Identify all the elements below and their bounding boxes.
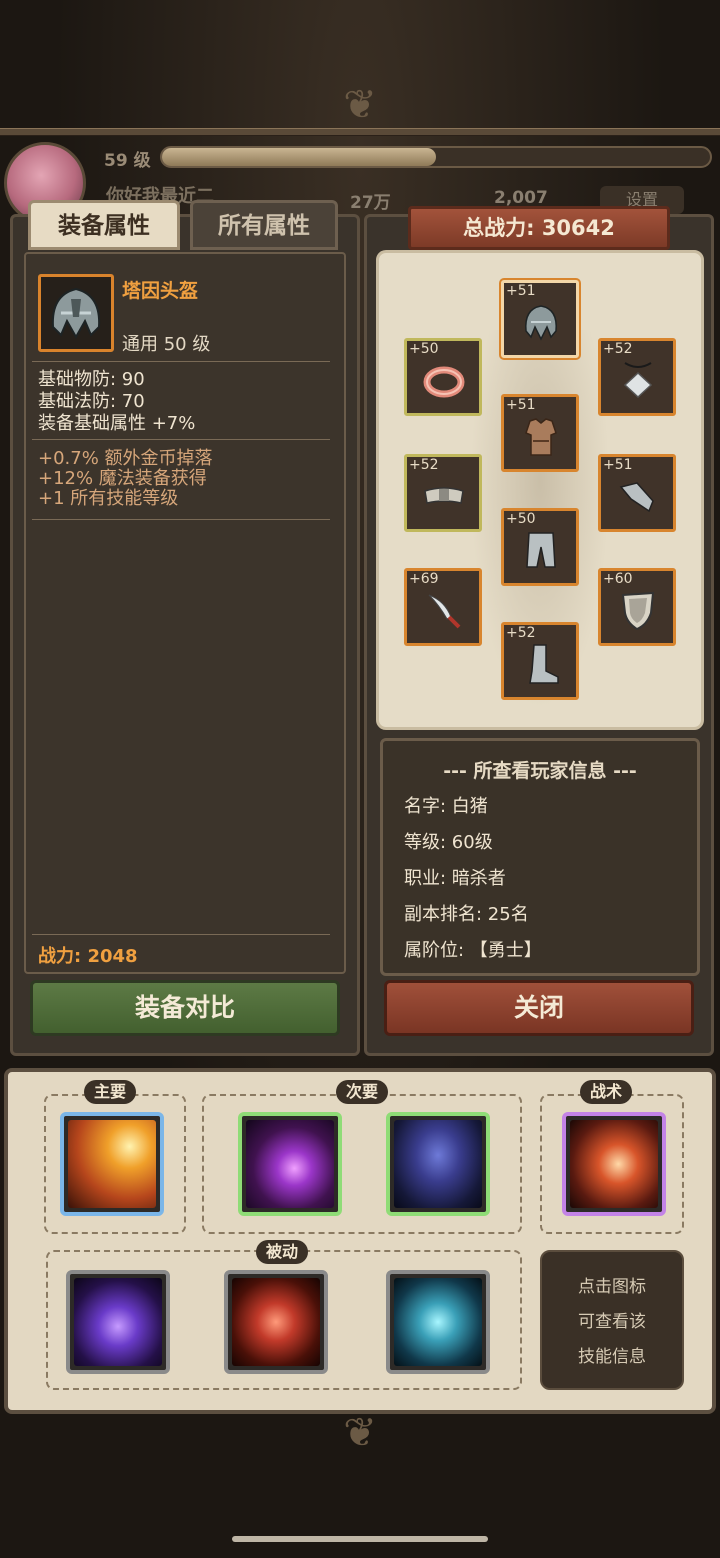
bonus-magic-equip: +12% 魔法装备获得 [38,468,207,489]
skill-group-main-label: 主要 [84,1080,137,1104]
slot-level: +52 [409,457,439,473]
xp-bar-fill [162,148,436,166]
equip-slot-helmet[interactable]: +51 [501,280,579,358]
helmet-icon [525,305,557,341]
bottom-ornament-icon: ❦ [343,1410,377,1456]
shield-icon [621,591,655,631]
armor-icon [525,418,557,456]
player-name-line: 名字: 白猪 [404,796,488,817]
top-frame [0,128,720,136]
divider [32,361,330,362]
item-icon-frame [38,274,114,352]
skill-passive-slot-1[interactable] [66,1270,170,1374]
pants-icon [526,532,556,568]
arcane-aura-icon [74,1278,162,1366]
slot-level: +51 [603,457,633,473]
currency-gold: 27万 [350,193,391,213]
slot-level: +52 [506,625,536,641]
player-info-title: --- 所查看玩家信息 --- [443,760,637,782]
player-tier-line: 属阶位: 【勇士】 [404,940,542,961]
compare-equipment-button[interactable]: 装备对比 [30,980,340,1036]
bonus-gold-drop: +0.7% 额外金币掉落 [38,448,213,469]
fire-strike-icon [68,1120,156,1208]
slot-level: +50 [409,341,439,357]
slot-level: +51 [506,397,536,413]
close-button[interactable]: 关闭 [384,980,694,1036]
ring-icon [423,366,465,398]
player-class-line: 职业: 暗杀者 [404,868,506,889]
equip-slot-gauntlet[interactable]: +51 [598,454,676,532]
slot-level: +69 [409,571,439,587]
skill-passive-slot-2[interactable] [224,1270,328,1374]
amulet-icon [623,362,653,399]
helmet-icon [51,287,101,340]
boots-icon [529,644,559,684]
slot-level: +52 [603,341,633,357]
skill-secondary-slot-1[interactable] [238,1112,342,1216]
belt-icon [424,487,464,504]
total-power-label: 总战力: 30642 [408,206,670,250]
skill-secondary-slot-2[interactable] [386,1112,490,1216]
divider [32,439,330,440]
frost-aura-icon [394,1278,482,1366]
base-attribute-bonus: 装备基础属性 +7% [38,413,196,434]
dagger-icon [428,594,461,629]
hint-line-3: 技能信息 [578,1347,646,1367]
equip-slot-boots[interactable]: +52 [501,622,579,700]
skill-group-tactic-label: 战术 [580,1080,633,1104]
gauntlet-icon [619,482,654,513]
tactic-burst-icon [570,1120,658,1208]
divider [32,519,330,520]
hint-line-1: 点击图标 [578,1277,646,1297]
base-physical-defense: 基础物防: 90 [38,369,145,390]
player-level-line: 等级: 60级 [404,832,493,853]
equip-slot-shield[interactable]: +60 [598,568,676,646]
skill-group-passive-label: 被动 [256,1240,309,1264]
item-name: 塔因头盔 [122,280,199,302]
dark-giant-icon [394,1120,482,1208]
skill-main-slot[interactable] [60,1112,164,1216]
equip-slot-pants[interactable]: +50 [501,508,579,586]
skill-passive-slot-3[interactable] [386,1270,490,1374]
item-class-level: 通用 50 级 [122,334,211,355]
equip-slot-amulet[interactable]: +52 [598,338,676,416]
slot-level: +51 [506,283,536,299]
slot-level: +50 [506,511,536,527]
item-power: 战力: 2048 [38,946,138,967]
equip-slot-ring[interactable]: +50 [404,338,482,416]
player-level-label: 59 级 [104,151,151,171]
divider [32,934,330,935]
home-indicator[interactable] [232,1536,488,1542]
player-rank-line: 副本排名: 25名 [404,904,529,925]
tab-equip-attributes[interactable]: 装备属性 [28,200,180,250]
tab-all-attributes[interactable]: 所有属性 [190,200,338,250]
top-ornament-icon: ❦ [343,82,377,128]
bonus-skill-level: +1 所有技能等级 [38,488,179,509]
xp-bar [160,146,712,168]
slot-level: +60 [603,571,633,587]
rage-aura-icon [232,1278,320,1366]
skill-tactic-slot[interactable] [562,1112,666,1216]
equip-slot-armor[interactable]: +51 [501,394,579,472]
equip-slot-belt[interactable]: +52 [404,454,482,532]
skill-group-secondary-label: 次要 [336,1080,389,1104]
equip-slot-weapon[interactable]: +69 [404,568,482,646]
shadow-blade-icon [246,1120,334,1208]
hint-line-2: 可查看该 [578,1312,646,1332]
base-magic-defense: 基础法防: 70 [38,391,145,412]
currency-gem: 2,007 [494,188,548,208]
